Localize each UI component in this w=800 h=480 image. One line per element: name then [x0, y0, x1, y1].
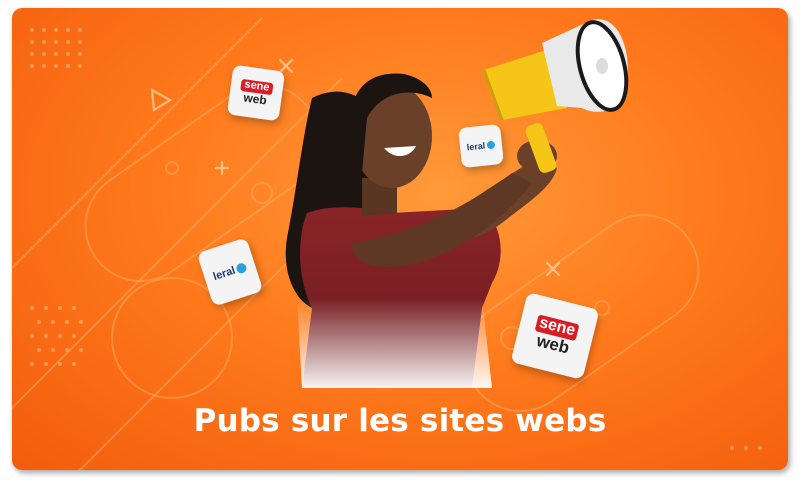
leral-logo-text: leral — [466, 140, 486, 153]
leral-dot-icon — [235, 261, 249, 275]
promo-banner: sene web leral leral sene web Pubs sur l… — [12, 8, 788, 470]
person-with-megaphone — [285, 19, 629, 388]
banner-caption: Pubs sur les sites webs — [193, 403, 607, 439]
megaphone-icon — [482, 19, 629, 173]
seneweb-logo-bottom: web — [242, 90, 268, 108]
leral-dot-icon — [486, 140, 496, 150]
leral-logo-text: leral — [211, 264, 237, 284]
seneweb-logo: sene web — [226, 64, 286, 122]
leral-logo: leral — [458, 123, 504, 169]
